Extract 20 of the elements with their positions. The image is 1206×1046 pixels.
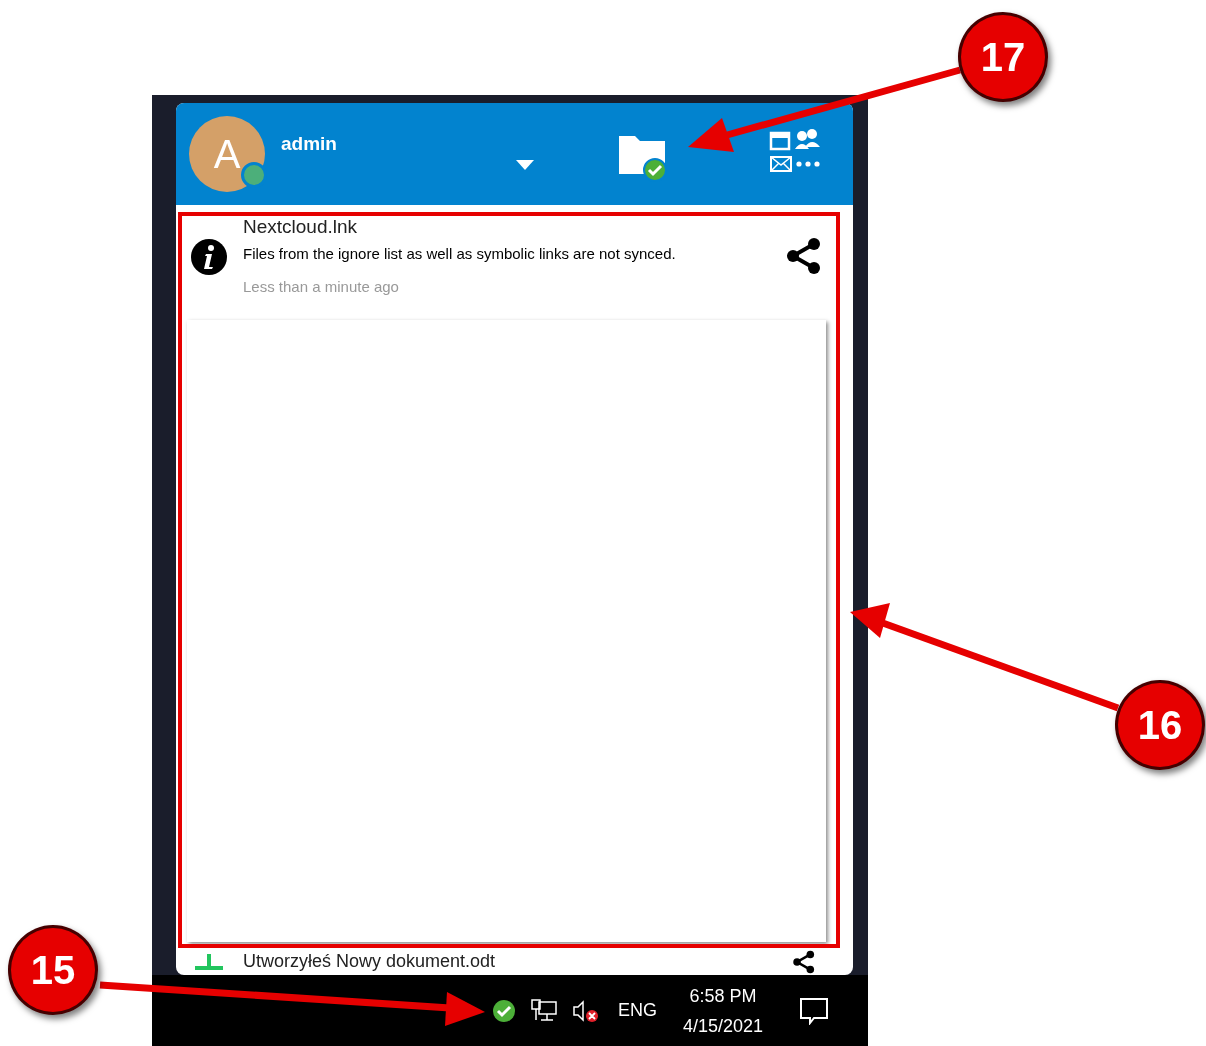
clock-time: 6:58 PM (689, 984, 757, 1008)
notification-icon[interactable] (799, 996, 830, 1025)
callout-number: 17 (958, 12, 1048, 102)
activity-title: Utworzyłeś Nowy dokument.odt (243, 950, 497, 972)
share-icon[interactable] (792, 950, 816, 974)
activity-message: Files from the ignore list as well as symbolic links are not synced. (243, 244, 677, 264)
network-icon[interactable] (530, 998, 558, 1023)
user-name[interactable]: admin (281, 130, 481, 159)
callout-number: 16 (1115, 680, 1205, 770)
muted-speaker-icon[interactable] (572, 998, 600, 1023)
share-icon[interactable] (785, 237, 823, 275)
language-indicator[interactable]: ENG (618, 997, 657, 1024)
check-circle-icon[interactable] (492, 998, 516, 1023)
callout-number: 15 (8, 925, 98, 1015)
activity-title: Nextcloud.lnk (243, 215, 359, 239)
clock[interactable]: 6:58 PM 4/15/2021 (683, 980, 764, 1041)
clock-date: 4/15/2021 (683, 1014, 764, 1038)
info-icon (191, 239, 227, 275)
dropdown-caret-icon[interactable] (516, 160, 534, 170)
activity-time: Less than a minute ago (243, 276, 400, 297)
